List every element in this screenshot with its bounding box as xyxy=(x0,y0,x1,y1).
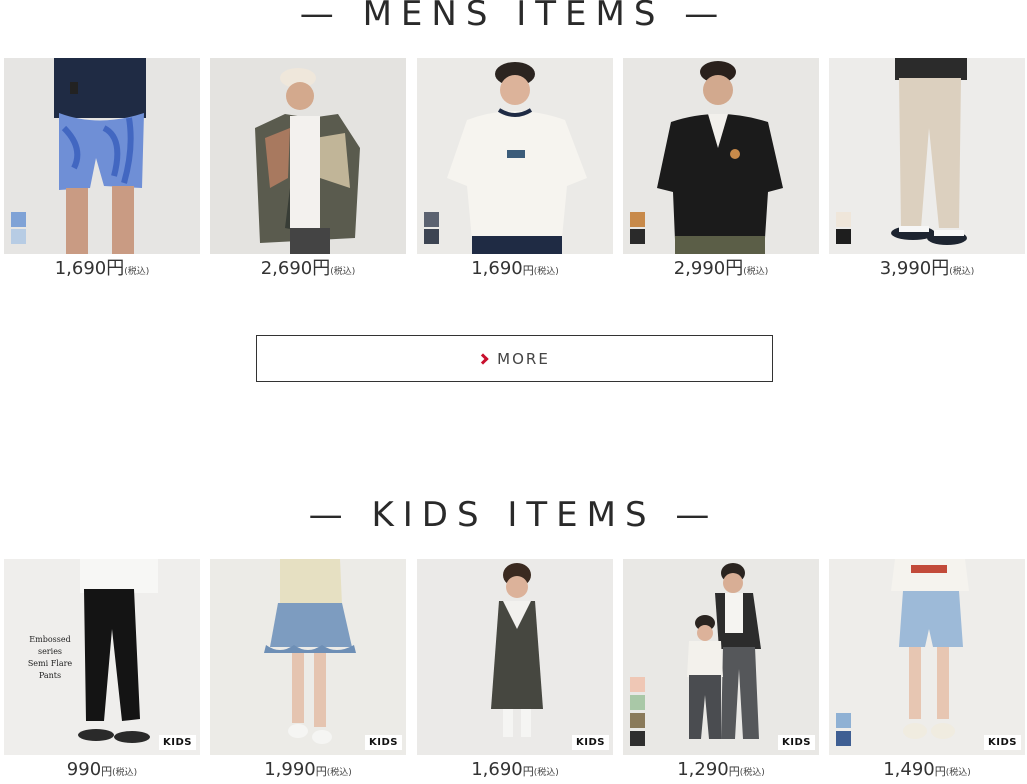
product-card[interactable]: KIDS 1,690円(税込) xyxy=(417,559,613,784)
color-swatch[interactable] xyxy=(11,212,26,227)
product-image[interactable] xyxy=(210,58,406,254)
product-image[interactable]: KIDS xyxy=(623,559,819,755)
color-swatch[interactable] xyxy=(424,229,439,244)
product-card[interactable]: 3,990円(税込) xyxy=(829,58,1025,284)
kids-badge: KIDS xyxy=(778,735,815,750)
color-swatch[interactable] xyxy=(630,731,645,746)
product-price: 1,690円(税込) xyxy=(471,258,559,279)
product-card[interactable]: 1,690円(税込) xyxy=(417,58,613,284)
product-card[interactable]: 1,690円(税込) xyxy=(4,58,200,284)
color-swatch[interactable] xyxy=(630,677,645,692)
color-swatch[interactable] xyxy=(630,695,645,710)
product-card[interactable]: 2,690円(税込) xyxy=(210,58,406,284)
product-price: 3,990円(税込) xyxy=(879,258,975,279)
color-swatch[interactable] xyxy=(836,212,851,227)
mens-product-grid: 1,690円(税込) 2,690円(税込) 1,690円(税込) 2,990円(… xyxy=(4,58,1025,288)
color-swatch[interactable] xyxy=(630,212,645,227)
product-price: 1,490円(税込) xyxy=(883,759,971,780)
kids-product-grid: Embossed series Semi Flare Pants KIDS 99… xyxy=(4,559,1025,784)
color-swatch[interactable] xyxy=(836,731,851,746)
kids-section-title: — KIDS ITEMS — xyxy=(308,495,719,535)
product-card[interactable]: KIDS 1,290円(税込) xyxy=(623,559,819,784)
product-price: 1,290円(税込) xyxy=(677,759,765,780)
mens-section-title: — MENS ITEMS — xyxy=(299,0,728,34)
more-button-label: MORE xyxy=(497,349,550,368)
color-swatch[interactable] xyxy=(630,229,645,244)
kids-badge: KIDS xyxy=(365,735,402,750)
product-image[interactable]: KIDS xyxy=(210,559,406,755)
product-card[interactable]: Embossed series Semi Flare Pants KIDS 99… xyxy=(4,559,200,784)
color-swatch[interactable] xyxy=(836,229,851,244)
product-image[interactable] xyxy=(4,58,200,254)
product-image[interactable]: KIDS xyxy=(829,559,1025,755)
product-card[interactable]: KIDS 1,490円(税込) xyxy=(829,559,1025,784)
product-overlay-text: Embossed series Semi Flare Pants xyxy=(27,635,73,680)
product-image[interactable] xyxy=(829,58,1025,254)
product-price: 990円(税込) xyxy=(66,759,138,780)
product-image[interactable]: Embossed series Semi Flare Pants KIDS xyxy=(4,559,200,755)
product-price: 2,690円(税込) xyxy=(260,258,356,279)
color-swatch[interactable] xyxy=(424,212,439,227)
product-card[interactable]: KIDS 1,990円(税込) xyxy=(210,559,406,784)
color-swatch[interactable] xyxy=(836,713,851,728)
kids-badge: KIDS xyxy=(572,735,609,750)
more-button[interactable]: MORE xyxy=(256,335,773,382)
product-price: 1,690円(税込) xyxy=(471,759,559,780)
color-swatch[interactable] xyxy=(11,229,26,244)
kids-badge: KIDS xyxy=(159,735,196,750)
kids-badge: KIDS xyxy=(984,735,1021,750)
product-image[interactable]: KIDS xyxy=(417,559,613,755)
product-card[interactable]: 2,990円(税込) xyxy=(623,58,819,284)
color-swatch[interactable] xyxy=(630,713,645,728)
product-price: 1,990円(税込) xyxy=(264,759,352,780)
product-price: 1,690円(税込) xyxy=(54,258,150,279)
product-price: 2,990円(税込) xyxy=(673,258,769,279)
chevron-right-icon xyxy=(477,352,489,365)
product-image[interactable] xyxy=(623,58,819,254)
product-image[interactable] xyxy=(417,58,613,254)
